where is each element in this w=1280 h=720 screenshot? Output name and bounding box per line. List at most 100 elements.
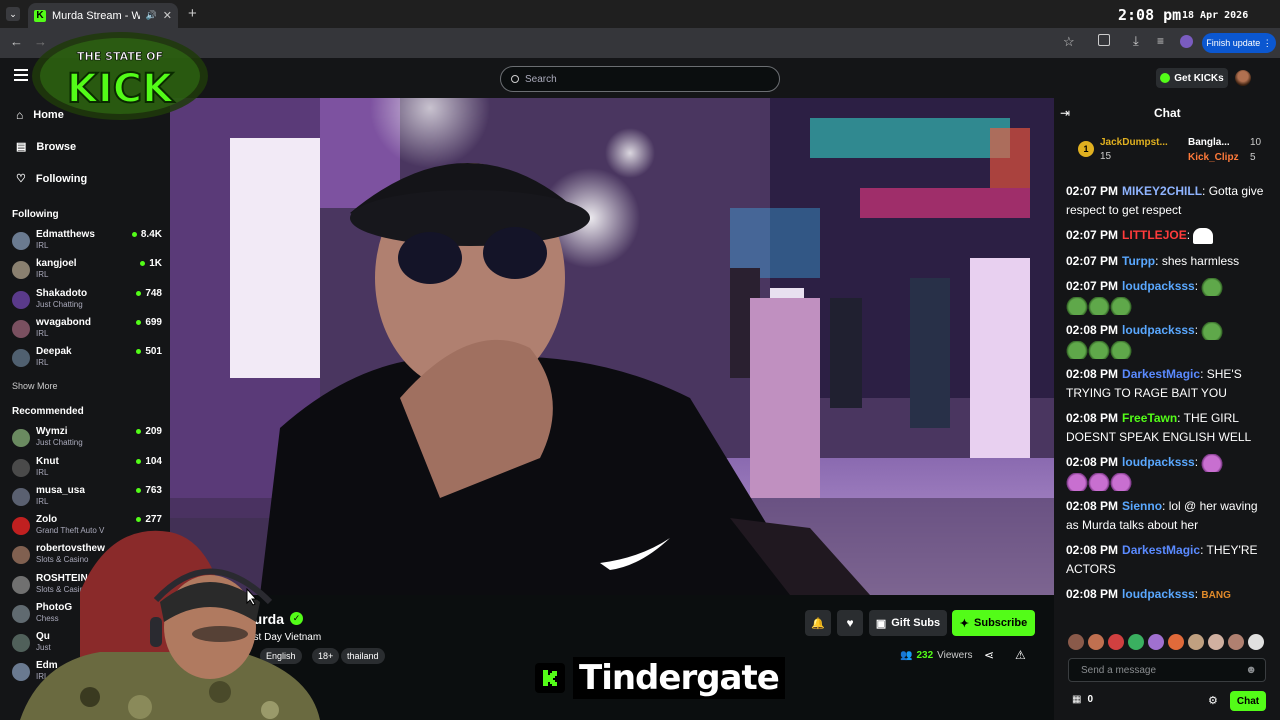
pepe-emote-icon xyxy=(1110,296,1132,315)
chat-message: 02:08 PM Sienno: lol @ her waving as Murd… xyxy=(1066,499,1258,532)
leader-name[interactable]: Bangla... xyxy=(1188,137,1230,148)
notification-bell-button[interactable]: 🔔 xyxy=(805,610,831,636)
profile-avatar-icon[interactable] xyxy=(1180,35,1193,48)
chat-username[interactable]: Turpp xyxy=(1122,254,1155,268)
sidebar-channel-wvagabond[interactable]: wvagabond IRL 699 xyxy=(12,317,162,343)
media-control-icon[interactable]: ≡ xyxy=(1157,34,1164,48)
subscribe-button[interactable]: ✦ Subscribe xyxy=(952,610,1035,636)
leader-name[interactable]: JackDumpst... xyxy=(1100,137,1168,148)
follow-heart-button[interactable]: ♥ xyxy=(837,610,863,636)
chat-settings-gear-icon[interactable]: ⚙ xyxy=(1208,694,1218,707)
caption-overlay: Tindergate xyxy=(535,657,785,699)
tag-thailand[interactable]: thailand xyxy=(341,648,385,664)
emote-icon[interactable] xyxy=(1168,634,1184,650)
chat-username[interactable]: loudpacksss xyxy=(1122,279,1195,293)
streamer-webcam-overlay xyxy=(20,522,346,720)
report-icon[interactable]: ⚠ xyxy=(1015,648,1026,662)
chat-username[interactable]: FreeTawn xyxy=(1122,411,1177,425)
nav-following[interactable]: ♡ Following xyxy=(16,172,87,186)
viewers-count: 👥 232 Viewers xyxy=(900,650,973,661)
emote-icon[interactable] xyxy=(1088,634,1104,650)
viewer-count: 1K xyxy=(140,258,162,269)
svg-text:THE STATE OF: THE STATE OF xyxy=(77,50,163,63)
emoji-picker-icon[interactable]: ☻ xyxy=(1245,664,1257,676)
bookmark-star-icon[interactable]: ☆ xyxy=(1063,34,1075,50)
points-value: 0 xyxy=(1087,694,1094,705)
emote-icon[interactable] xyxy=(1208,634,1224,650)
chat-message-input[interactable]: Send a message ☻ xyxy=(1068,658,1266,682)
emote-icon[interactable] xyxy=(1068,634,1084,650)
chat-username[interactable]: MIKEY2CHILL xyxy=(1122,184,1202,198)
download-icon[interactable]: ⤓ xyxy=(1133,33,1139,49)
people-icon: 👥 xyxy=(900,650,913,661)
pepe-emote-icon xyxy=(1201,321,1224,340)
chat-timestamp: 02:08 PM xyxy=(1066,455,1119,469)
sidebar-channel-deepak[interactable]: Deepak IRL 501 xyxy=(12,346,162,372)
sidebar-channel-kangjoel[interactable]: kangjoel IRL 1K xyxy=(12,258,162,284)
tab-list-button[interactable]: ⌄ xyxy=(6,7,20,21)
channel-category: IRL xyxy=(36,270,49,279)
leader-name[interactable]: Kick_Clipz xyxy=(1188,152,1239,163)
emote-icon[interactable] xyxy=(1128,634,1144,650)
sidebar-channel-wymzi[interactable]: Wymzi Just Chatting 209 xyxy=(12,426,162,452)
search-input[interactable]: Search xyxy=(500,66,780,92)
emote-icon[interactable] xyxy=(1228,634,1244,650)
chat-message: 02:08 PM FreeTawn: THE GIRL DOESNT SPEAK … xyxy=(1066,411,1252,444)
avatar xyxy=(12,488,30,506)
send-chat-button[interactable]: Chat xyxy=(1230,691,1266,711)
chat-username[interactable]: DarkestMagic xyxy=(1122,367,1200,381)
chat-message: 02:08 PM DarkestMagic: SHE'S TRYING TO RA… xyxy=(1066,367,1242,400)
viewer-count: 8.4K xyxy=(132,229,162,240)
extensions-icon[interactable] xyxy=(1098,34,1110,46)
sidebar-channel-musa-usa[interactable]: musa_usa IRL 763 xyxy=(12,485,162,511)
share-icon[interactable]: ⋖ xyxy=(984,648,994,662)
system-date: 18 Apr 2026 xyxy=(1182,10,1249,21)
collapse-chat-icon[interactable]: ⇥ xyxy=(1060,106,1070,120)
new-tab-button[interactable]: + xyxy=(188,5,197,22)
emote-icon[interactable] xyxy=(1188,634,1204,650)
show-more-link[interactable]: Show More xyxy=(12,381,58,391)
avatar xyxy=(12,349,30,367)
audio-icon[interactable]: 🔊 xyxy=(146,10,157,21)
menu-hamburger-icon[interactable] xyxy=(14,69,28,81)
back-arrow-icon[interactable]: ← xyxy=(10,34,23,49)
browser-tab[interactable]: K Murda Stream - Watch Live 🔊 ✕ xyxy=(28,3,178,28)
user-avatar[interactable] xyxy=(1235,70,1251,86)
chat-username[interactable]: LITTLEJOE xyxy=(1122,228,1187,242)
chat-timestamp: 02:08 PM xyxy=(1066,543,1119,557)
emote-icon[interactable] xyxy=(1248,634,1264,650)
sidebar-channel-edmatthews[interactable]: Edmatthews IRL 8.4K xyxy=(12,229,162,255)
sidebar-channel-shakadoto[interactable]: Shakadoto Just Chatting 748 xyxy=(12,288,162,314)
chat-message: 02:07 PM loudpacksss: xyxy=(1066,277,1272,315)
channel-category: Just Chatting xyxy=(36,300,83,309)
chat-leaderboard: 1 JackDumpst... 15 Bangla... 10 Kick_Cli… xyxy=(1074,132,1274,168)
get-kicks-button[interactable]: Get KICKs xyxy=(1156,68,1228,88)
viewer-count: 699 xyxy=(136,317,162,328)
nav-browse[interactable]: ▤ Browse xyxy=(16,140,76,154)
chat-username[interactable]: Sienno xyxy=(1122,499,1162,513)
sidebar-channel-knut[interactable]: Knut IRL 104 xyxy=(12,456,162,482)
points-display[interactable]: ▦ 0 xyxy=(1072,694,1093,705)
chat-username[interactable]: DarkestMagic xyxy=(1122,543,1200,557)
pink-pepe-emote-icon xyxy=(1110,472,1132,491)
chat-timestamp: 02:08 PM xyxy=(1066,411,1119,425)
get-kicks-label: Get KICKs xyxy=(1174,72,1224,84)
tab-title: Murda Stream - Watch Live xyxy=(52,9,140,22)
close-tab-icon[interactable]: ✕ xyxy=(163,9,172,22)
chat-timestamp: 02:07 PM xyxy=(1066,279,1119,293)
finish-update-button[interactable]: Finish update ⋮ xyxy=(1202,33,1276,53)
bang-emote-icon: BANG xyxy=(1201,590,1231,601)
heart-icon: ♡ xyxy=(16,173,26,185)
emote-icon[interactable] xyxy=(1108,634,1124,650)
video-player[interactable] xyxy=(170,98,1054,595)
chat-username[interactable]: loudpacksss xyxy=(1122,323,1195,337)
chat-timestamp: 02:07 PM xyxy=(1066,184,1119,198)
chat-timestamp: 02:07 PM xyxy=(1066,228,1119,242)
gift-subs-button[interactable]: ▣ Gift Subs xyxy=(869,610,947,636)
channel-name: Knut xyxy=(36,456,59,467)
chat-username[interactable]: loudpacksss xyxy=(1122,587,1195,601)
emote-icon[interactable] xyxy=(1148,634,1164,650)
chat-text: shes harmless xyxy=(1161,254,1240,268)
chat-message: 02:08 PM loudpacksss: xyxy=(1066,453,1272,491)
chat-username[interactable]: loudpacksss xyxy=(1122,455,1195,469)
